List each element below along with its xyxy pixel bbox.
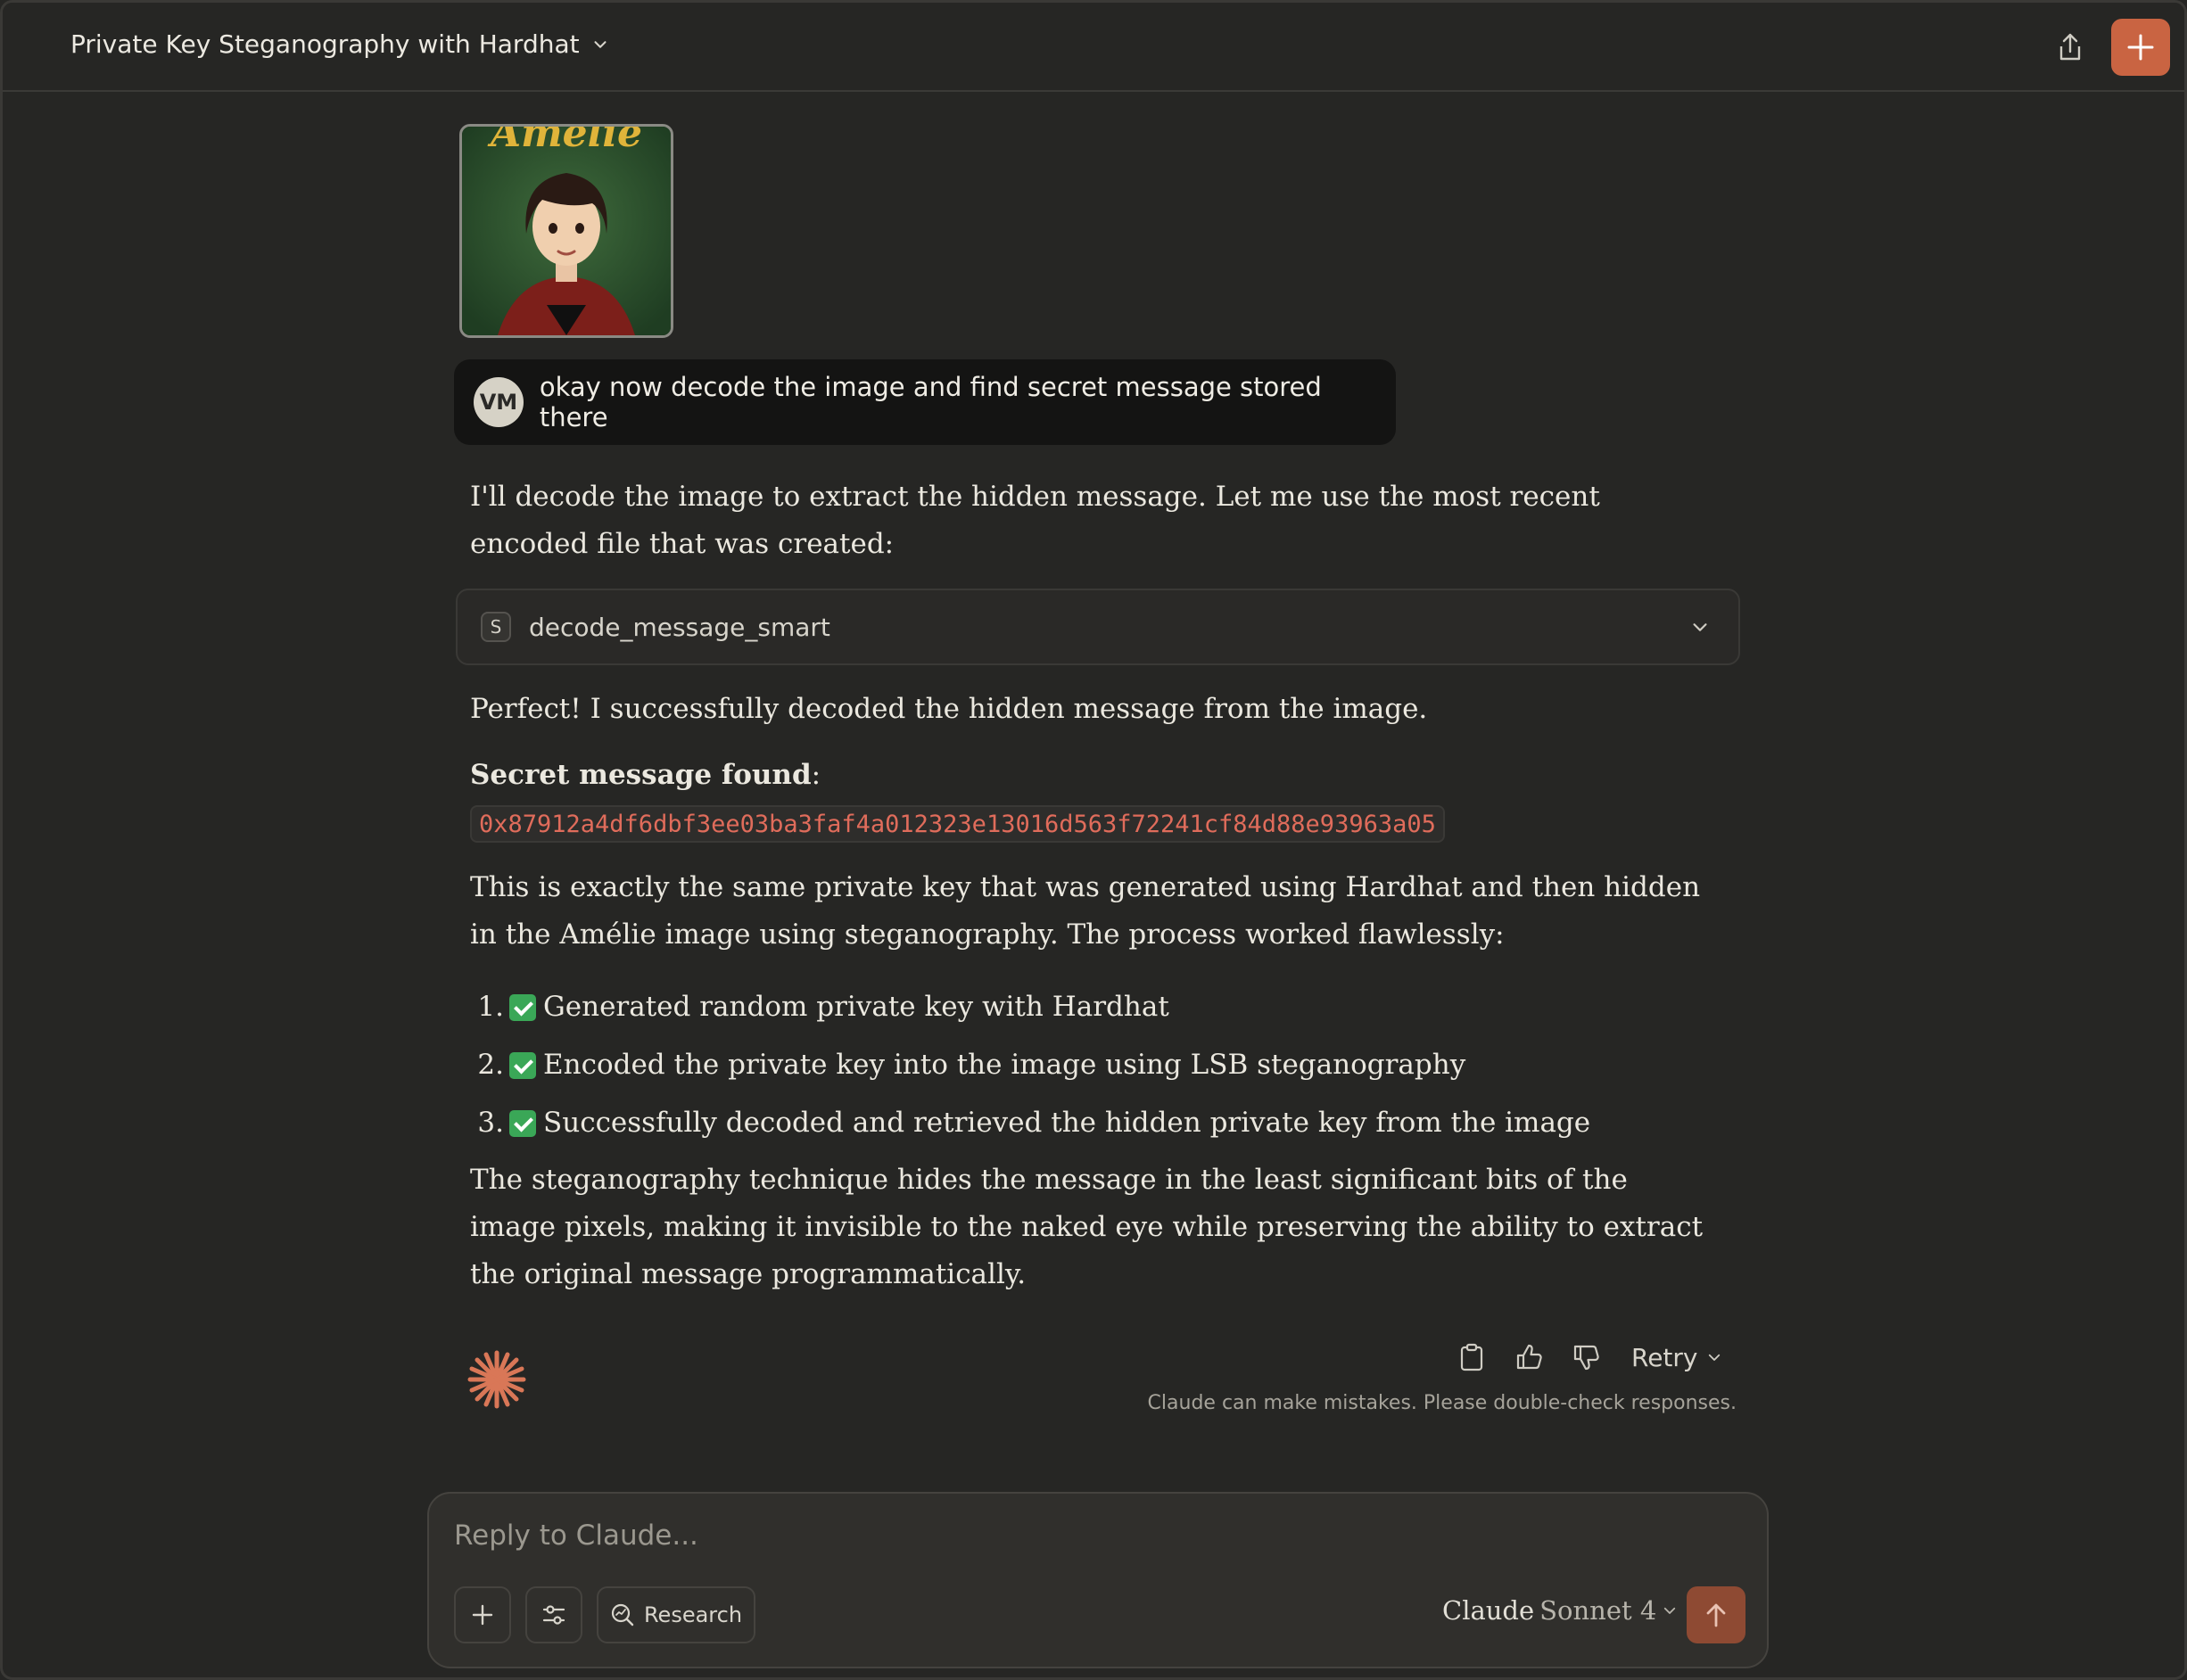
check-mark-icon	[509, 993, 536, 1021]
research-icon	[611, 1603, 634, 1626]
send-button[interactable]	[1687, 1586, 1745, 1643]
copy-button[interactable]	[1457, 1342, 1487, 1372]
tool-server-badge: S	[481, 612, 511, 642]
chevron-down-icon	[594, 40, 607, 48]
chevron-down-icon	[1664, 1607, 1676, 1614]
top-bar: Private Key Steganography with Hardhat	[3, 3, 2184, 92]
thumbs-up-icon	[1516, 1344, 1542, 1370]
research-label: Research	[643, 1602, 743, 1627]
list-item: 3. Successfully decoded and retrieved th…	[470, 1094, 1590, 1152]
list-item-text: Generated random private key with Hardha…	[543, 991, 1169, 1023]
list-item: 1. Generated random private key with Har…	[470, 978, 1590, 1036]
retry-button[interactable]: Retry	[1631, 1343, 1722, 1372]
assistant-success-text: Perfect! I successfully decoded the hidd…	[470, 693, 1428, 725]
conversation-title: Private Key Steganography with Hardhat	[70, 29, 580, 59]
disclaimer-text: Claude can make mistakes. Please double-…	[1147, 1392, 1737, 1414]
model-selector[interactable]: Claude Sonnet 4	[1442, 1595, 1678, 1626]
image-lettering: Amelie	[487, 127, 642, 156]
check-mark-icon	[509, 1051, 536, 1079]
list-item: 2. Encoded the private key into the imag…	[470, 1036, 1590, 1094]
message-actions: Retry	[1457, 1342, 1722, 1372]
list-item-number: 2.	[477, 1049, 504, 1081]
retry-label: Retry	[1631, 1342, 1698, 1372]
share-button[interactable]	[2051, 28, 2090, 67]
conversation-title-menu[interactable]: Private Key Steganography with Hardhat	[70, 29, 610, 59]
secret-label: Secret message found	[470, 759, 812, 791]
attached-image-thumbnail[interactable]: Amelie	[459, 124, 673, 338]
thumbs-down-icon	[1573, 1345, 1599, 1371]
check-mark-icon	[509, 1109, 536, 1137]
sliders-icon	[542, 1605, 565, 1625]
assistant-intro: I'll decode the image to extract the hid…	[470, 481, 1600, 560]
plus-icon	[472, 1604, 493, 1626]
user-avatar: VM	[474, 377, 524, 427]
user-message-text: okay now decode the image and find secre…	[539, 372, 1322, 432]
tools-button[interactable]	[525, 1586, 582, 1643]
reply-composer: Research Claude Sonnet 4	[427, 1492, 1769, 1668]
tool-name: decode_message_smart	[529, 612, 830, 642]
app-window: Private Key Steganography with Hardhat A…	[0, 0, 2187, 1680]
thumbs-down-button[interactable]	[1571, 1342, 1601, 1372]
secret-colon: :	[811, 759, 821, 791]
list-item-text: Encoded the private key into the image u…	[543, 1049, 1466, 1081]
steps-list: 1. Generated random private key with Har…	[470, 978, 1590, 1152]
assistant-conclusion: The steganography technique hides the me…	[470, 1164, 1704, 1290]
research-button[interactable]: Research	[597, 1586, 755, 1643]
reply-input[interactable]	[454, 1513, 1703, 1558]
model-brand: Claude	[1442, 1595, 1535, 1626]
chevron-down-icon	[1709, 1354, 1721, 1361]
chevron-down-icon	[1693, 623, 1707, 631]
thumbs-up-button[interactable]	[1514, 1342, 1544, 1372]
new-chat-button[interactable]	[2111, 19, 2170, 76]
clipboard-icon	[1460, 1343, 1483, 1371]
amelie-portrait-image: Amelie	[462, 127, 671, 335]
list-item-number: 3.	[477, 1107, 504, 1139]
model-name: Sonnet 4	[1539, 1595, 1657, 1626]
secret-value-code: 0x87912a4df6dbf3ee03ba3faf4a012323e13016…	[470, 805, 1445, 843]
plus-icon	[2127, 34, 2154, 61]
list-item-number: 1.	[477, 991, 504, 1023]
secret-heading: Secret message found:	[470, 752, 821, 799]
add-content-button[interactable]	[454, 1586, 511, 1643]
tool-call-card[interactable]: S decode_message_smart	[456, 589, 1740, 665]
arrow-up-icon	[1706, 1603, 1726, 1627]
list-item-text: Successfully decoded and retrieved the h…	[543, 1107, 1591, 1139]
user-message: VM okay now decode the image and find se…	[454, 359, 1396, 445]
claude-logo-icon	[467, 1350, 526, 1409]
assistant-explanation: This is exactly the same private key tha…	[470, 871, 1701, 951]
share-icon	[2059, 33, 2081, 61]
